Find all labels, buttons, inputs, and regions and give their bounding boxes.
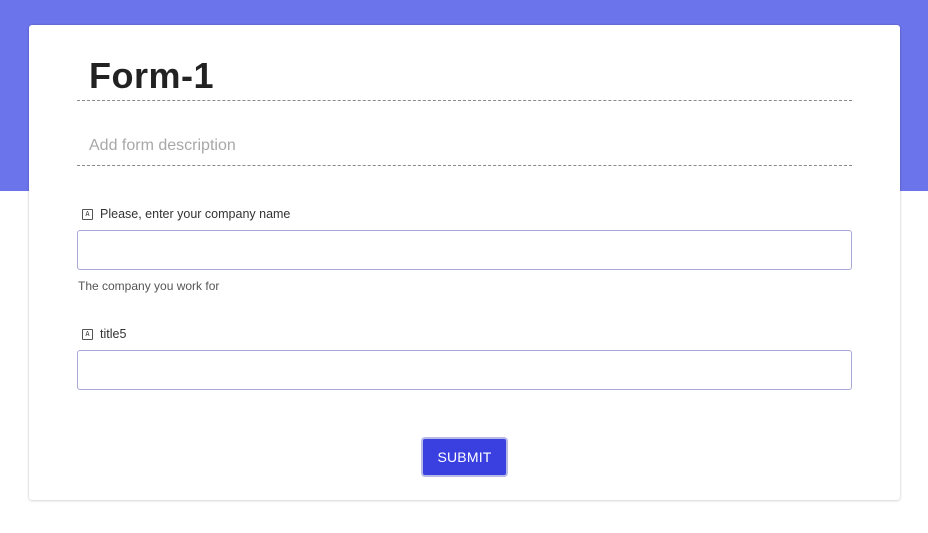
form-title[interactable]: Form-1 xyxy=(77,58,852,101)
field-label-title5: A title5 xyxy=(82,327,126,341)
text-field-icon: A xyxy=(82,208,93,220)
company-name-input[interactable] xyxy=(77,230,852,270)
form-card: Form-1 Add form description A Please, en… xyxy=(29,25,900,500)
field-label-text: Please, enter your company name xyxy=(100,207,291,221)
submit-button[interactable]: SUBMIT xyxy=(421,437,508,477)
text-field-icon: A xyxy=(82,328,93,340)
form-description[interactable]: Add form description xyxy=(77,131,852,166)
field-help-text: The company you work for xyxy=(78,279,220,293)
field-label-company: A Please, enter your company name xyxy=(82,207,290,221)
title5-input[interactable] xyxy=(77,350,852,390)
field-label-text: title5 xyxy=(100,327,127,341)
